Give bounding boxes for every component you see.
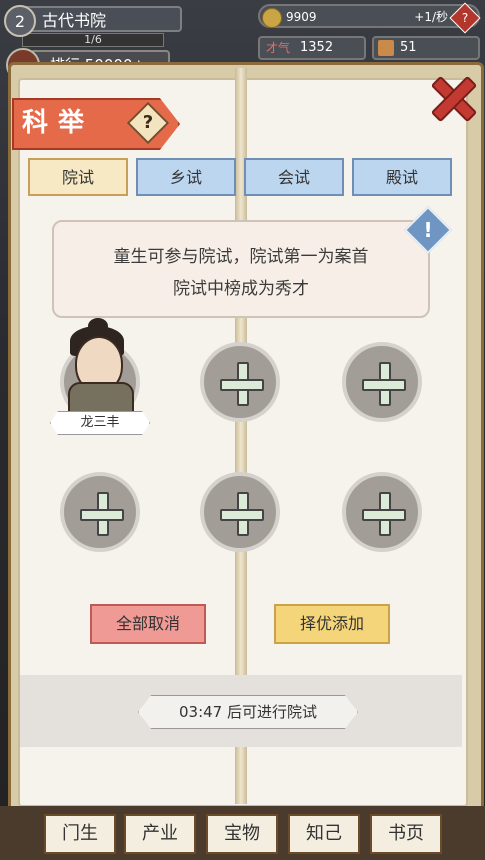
question-icon: ? xyxy=(142,112,154,133)
nav-students[interactable]: 门生 xyxy=(44,814,116,854)
student-slot-6[interactable] xyxy=(342,472,422,552)
academy-progress: 1/6 xyxy=(22,33,164,47)
tab-dianshi[interactable]: 殿试 xyxy=(352,158,452,196)
nav-industry[interactable]: 产业 xyxy=(124,814,196,854)
nav-treasure[interactable]: 宝物 xyxy=(206,814,278,854)
student-avatar[interactable] xyxy=(60,318,140,416)
tab-huishi[interactable]: 会试 xyxy=(244,158,344,196)
exam-tabs: 院试 乡试 会试 殿试 xyxy=(28,158,452,198)
auto-add-button[interactable]: 择优添加 xyxy=(274,604,390,644)
books-value: 51 xyxy=(400,40,417,55)
student-slot-4[interactable] xyxy=(60,472,140,552)
talent-label: 才气 xyxy=(266,41,291,55)
academy-title-bar[interactable]: 古代书院 xyxy=(22,6,182,32)
info-line-2: 院试中榜成为秀才 xyxy=(173,279,309,299)
close-button[interactable] xyxy=(426,70,478,123)
coins-help-icon[interactable]: ? xyxy=(449,2,481,34)
tab-yuanshi[interactable]: 院试 xyxy=(28,158,128,196)
talent-resource: 才气 1352 xyxy=(258,36,366,60)
nav-book-pages[interactable]: 书页 xyxy=(370,814,442,854)
student-name-tag: 龙三丰 xyxy=(50,411,150,435)
exam-timer: 03:47 后可进行院试 xyxy=(138,695,358,729)
exam-info-box: 童生可参与院试，院试第一为案首 院试中榜成为秀才 xyxy=(52,220,430,318)
level-badge: 2 xyxy=(4,5,36,37)
talent-value: 1352 xyxy=(300,40,334,55)
student-slot-3[interactable] xyxy=(342,342,422,422)
tab-xiangshi[interactable]: 乡试 xyxy=(136,158,236,196)
coin-icon xyxy=(262,8,282,28)
nav-confidant[interactable]: 知己 xyxy=(288,814,360,854)
cancel-all-button[interactable]: 全部取消 xyxy=(90,604,206,644)
coins-rate: +1/秒 xyxy=(414,10,448,24)
books-resource: 51 xyxy=(372,36,480,60)
info-line-1: 童生可参与院试，院试第一为案首 xyxy=(113,247,369,267)
student-slot-5[interactable] xyxy=(200,472,280,552)
coins-value: 9909 xyxy=(286,10,317,24)
academy-name: 古代书院 xyxy=(42,11,107,30)
student-slot-2[interactable] xyxy=(200,342,280,422)
panel-title: 科举 xyxy=(22,108,95,138)
book-icon xyxy=(378,40,394,56)
coins-bar: 9909 +1/秒 ? xyxy=(258,2,481,34)
